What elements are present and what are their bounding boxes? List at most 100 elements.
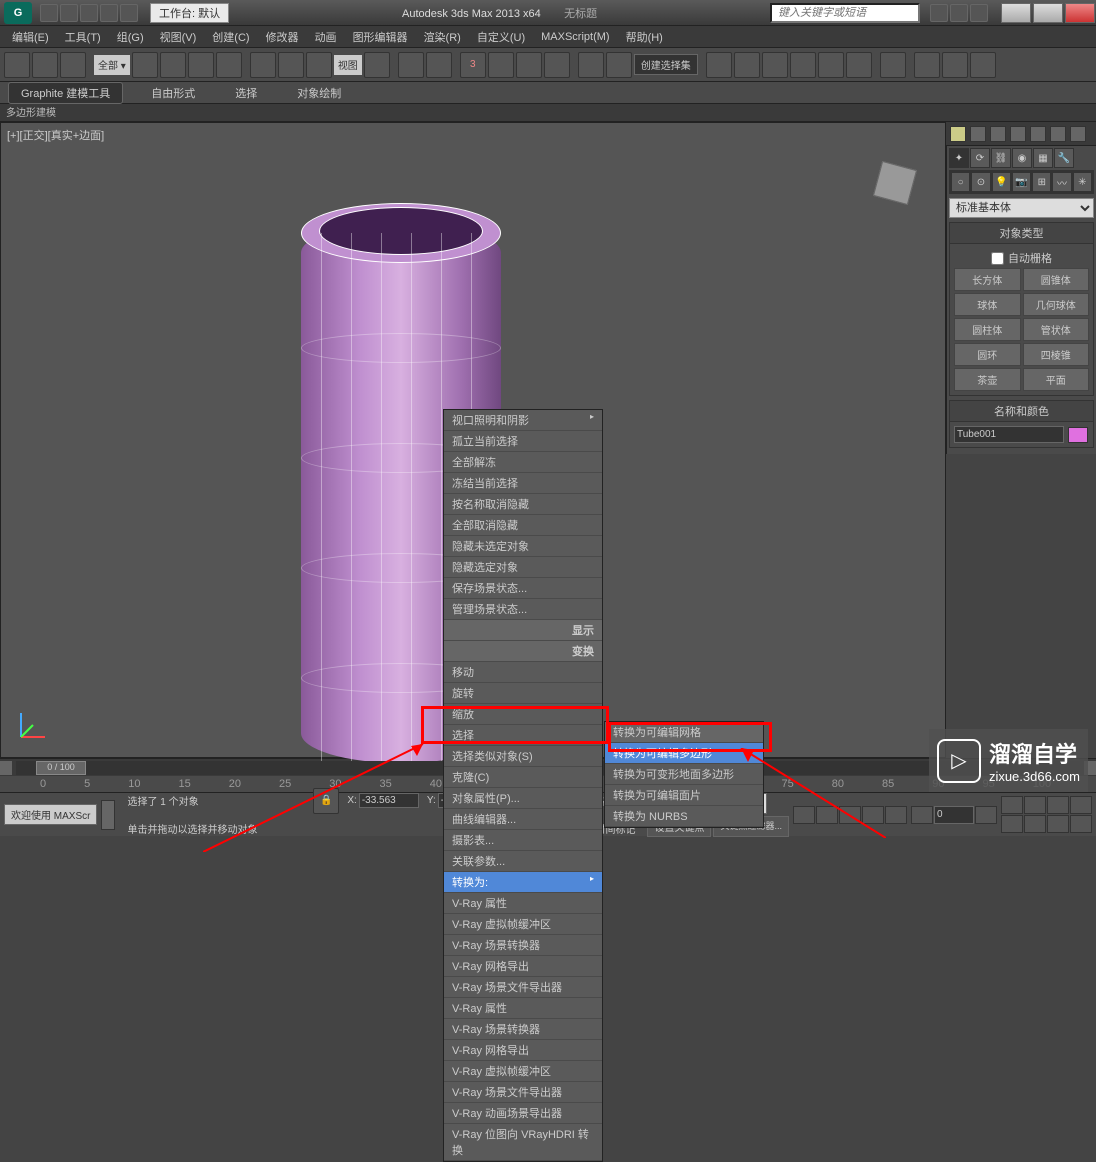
menu-item[interactable]: 图形编辑器 <box>345 27 416 47</box>
select-link-icon[interactable] <box>4 52 30 78</box>
submenu-item[interactable]: 转换为可变形地面多边形 <box>605 764 763 785</box>
zoom-all-icon[interactable] <box>1024 796 1046 814</box>
maximize-viewport-icon[interactable] <box>1070 815 1092 833</box>
layer-icon[interactable] <box>762 52 788 78</box>
ctx-item[interactable]: 管理场景状态... <box>444 599 602 620</box>
helpers-icon[interactable]: ⊞ <box>1032 172 1051 192</box>
primitive-button[interactable]: 圆锥体 <box>1023 268 1090 291</box>
named-sel2-icon[interactable] <box>606 52 632 78</box>
ribbon-tab[interactable]: 自由形式 <box>139 83 207 103</box>
ribbon-icon[interactable] <box>790 52 816 78</box>
ctx-item[interactable]: V-Ray 动画场景导出器 <box>444 1103 602 1124</box>
primitive-button[interactable]: 四棱锥 <box>1023 343 1090 366</box>
menu-item[interactable]: 编辑(E) <box>4 27 57 47</box>
ctx-item[interactable]: 关联参数... <box>444 851 602 872</box>
xview-icon[interactable] <box>1030 126 1046 142</box>
ctx-item[interactable]: 摄影表... <box>444 830 602 851</box>
ctx-item[interactable]: 缩放 <box>444 704 602 725</box>
ctx-item[interactable]: 隐藏选定对象 <box>444 557 602 578</box>
ribbon-tab[interactable]: 选择 <box>223 83 269 103</box>
ctx-item[interactable]: V-Ray 属性 <box>444 893 602 914</box>
render-frame-icon[interactable] <box>942 52 968 78</box>
material-icon[interactable] <box>880 52 906 78</box>
ctx-item[interactable]: 克隆(C) <box>444 767 602 788</box>
hierarchy-tab[interactable]: ⛓ <box>991 148 1011 168</box>
play-icon[interactable] <box>839 806 861 824</box>
scale-icon[interactable] <box>306 52 332 78</box>
zoom-icon[interactable] <box>1001 796 1023 814</box>
time-config-icon[interactable] <box>975 806 997 824</box>
object-name-input[interactable] <box>954 426 1064 443</box>
prev-frame-icon[interactable] <box>816 806 838 824</box>
object-type-header[interactable]: 对象类型 <box>950 223 1093 244</box>
ctx-item[interactable]: 视口照明和阴影 <box>444 410 602 431</box>
workspace-dropdown[interactable]: 工作台: 默认 <box>150 3 229 23</box>
lock-icon[interactable]: 🔒 <box>313 788 339 814</box>
qat-save-icon[interactable] <box>80 4 98 22</box>
modify-tab[interactable]: ⟳ <box>970 148 990 168</box>
align-icon[interactable] <box>734 52 760 78</box>
isolate-icon[interactable] <box>1050 126 1066 142</box>
submenu-item[interactable]: 转换为 NURBS <box>605 806 763 827</box>
ref-coord-dropdown[interactable]: 视图 <box>334 55 362 75</box>
x-coord-input[interactable] <box>359 793 419 808</box>
ctx-item[interactable]: 保存场景状态... <box>444 578 602 599</box>
ctx-item[interactable]: V-Ray 场景转换器 <box>444 1019 602 1040</box>
primitive-dropdown[interactable]: 标准基本体 <box>949 198 1094 218</box>
menu-item[interactable]: 创建(C) <box>204 27 257 47</box>
spacewarps-icon[interactable]: 〰 <box>1052 172 1071 192</box>
info-icon[interactable] <box>970 4 988 22</box>
ctx-item[interactable]: V-Ray 位图向 VRayHDRI 转换 <box>444 1124 602 1161</box>
systems-icon[interactable]: ✳ <box>1073 172 1092 192</box>
ribbon-tab[interactable]: 对象绘制 <box>285 83 353 103</box>
current-frame-input[interactable] <box>934 806 974 824</box>
bind-icon[interactable] <box>60 52 86 78</box>
minimize-button[interactable] <box>1001 3 1031 23</box>
submenu-item[interactable]: 转换为可编辑网格 <box>605 722 763 743</box>
object-color-swatch[interactable] <box>1068 427 1088 443</box>
autogrid-checkbox[interactable] <box>991 252 1004 265</box>
zoom-extents-icon[interactable] <box>1047 796 1069 814</box>
mirror-icon[interactable] <box>706 52 732 78</box>
ctx-item[interactable]: 旋转 <box>444 683 602 704</box>
ctx-item[interactable]: 全部取消隐藏 <box>444 515 602 536</box>
window-crossing-icon[interactable] <box>216 52 242 78</box>
schematic-icon[interactable] <box>846 52 872 78</box>
primitive-button[interactable]: 几何球体 <box>1023 293 1090 316</box>
keyboard-icon[interactable] <box>426 52 452 78</box>
geometry-icon[interactable]: ○ <box>951 172 970 192</box>
selection-filter-dropdown[interactable]: 全部 ▾ <box>94 55 130 75</box>
display-tab[interactable]: ▦ <box>1033 148 1053 168</box>
zoom-extents-all-icon[interactable] <box>1070 796 1092 814</box>
goto-start-icon[interactable] <box>793 806 815 824</box>
move-icon[interactable] <box>250 52 276 78</box>
key-mode-icon[interactable] <box>911 806 933 824</box>
help-icon[interactable] <box>930 4 948 22</box>
motion-tab[interactable]: ◉ <box>1012 148 1032 168</box>
menu-item[interactable]: 帮助(H) <box>618 27 671 47</box>
menu-item[interactable]: MAXScript(M) <box>533 29 617 45</box>
curve-editor-icon[interactable] <box>818 52 844 78</box>
next-frame-icon[interactable] <box>862 806 884 824</box>
viewcube[interactable] <box>865 153 925 213</box>
goto-end-icon[interactable] <box>885 806 907 824</box>
ctx-item[interactable]: 隐藏未选定对象 <box>444 536 602 557</box>
shapes-icon[interactable]: ⊙ <box>971 172 990 192</box>
submenu-item[interactable]: 转换为可编辑多边形 <box>605 743 763 764</box>
ctx-item[interactable]: V-Ray 虚拟帧缓冲区 <box>444 1061 602 1082</box>
ctx-item[interactable]: 选择类似对象(S) <box>444 746 602 767</box>
ctx-item[interactable]: V-Ray 属性 <box>444 998 602 1019</box>
utilities-tab[interactable]: 🔧 <box>1054 148 1074 168</box>
menu-item[interactable]: 组(G) <box>109 27 152 47</box>
cameras-icon[interactable]: 📷 <box>1012 172 1031 192</box>
time-handle[interactable]: 0 / 100 <box>36 761 86 775</box>
pivot-icon[interactable] <box>364 52 390 78</box>
menu-item[interactable]: 渲染(R) <box>416 27 469 47</box>
select-icon[interactable] <box>132 52 158 78</box>
rotate-icon[interactable] <box>278 52 304 78</box>
ctx-item[interactable]: 选择 <box>444 725 602 746</box>
hammer-icon[interactable] <box>1070 126 1086 142</box>
snap-icon[interactable]: 3 <box>460 52 486 78</box>
maximize-button[interactable] <box>1033 3 1063 23</box>
primitive-button[interactable]: 管状体 <box>1023 318 1090 341</box>
